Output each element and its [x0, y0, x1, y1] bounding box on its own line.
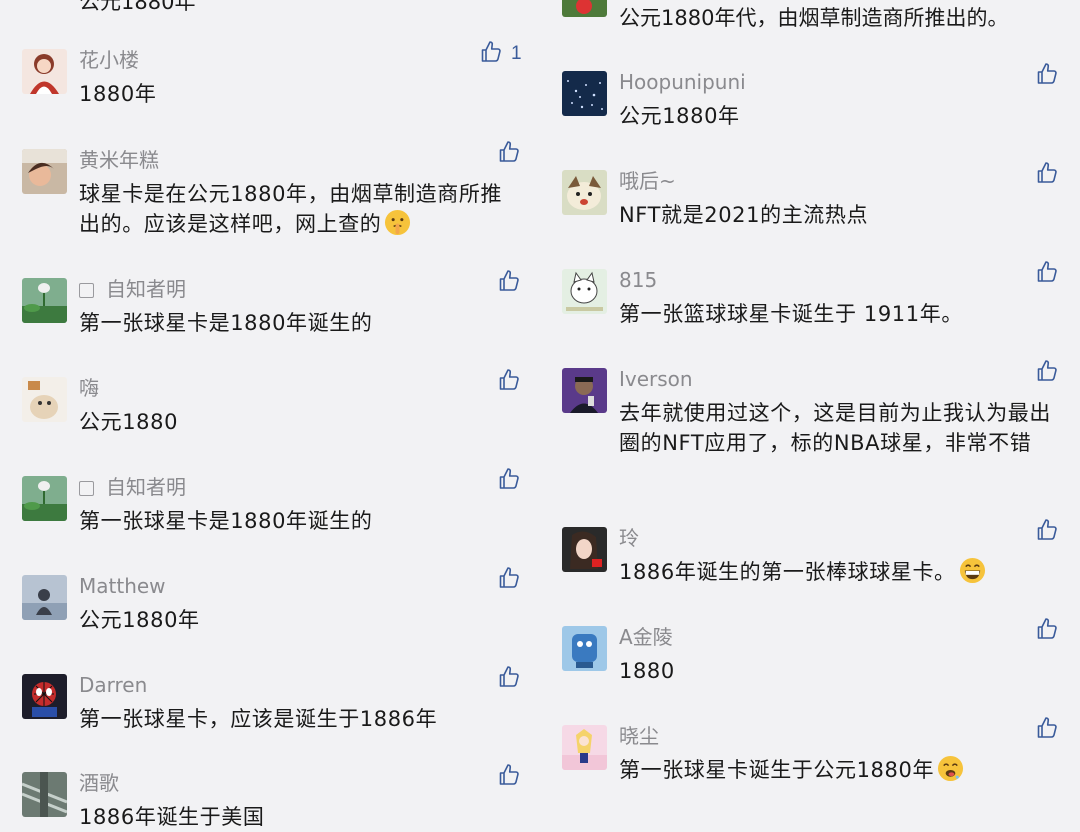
like-button[interactable]	[1035, 162, 1059, 188]
comment-text: 1886年诞生于美国	[79, 805, 265, 829]
like-button[interactable]	[497, 468, 521, 494]
thumbs-up-icon	[497, 566, 521, 594]
avatar[interactable]	[22, 772, 67, 817]
thumbs-up-icon	[497, 763, 521, 791]
like-button[interactable]: 1	[479, 41, 522, 67]
thumbs-up-icon	[1035, 716, 1059, 744]
comment-text: 1880	[619, 659, 675, 683]
like-button[interactable]	[1035, 63, 1059, 89]
thumbs-up-icon	[497, 140, 521, 168]
thumbs-up-icon	[497, 467, 521, 495]
avatar[interactable]	[22, 575, 67, 620]
commenter-name[interactable]: Hoopunipuni	[619, 69, 746, 95]
avatar[interactable]	[562, 71, 607, 116]
like-button[interactable]	[497, 764, 521, 790]
commenter-name[interactable]: 嗨	[79, 375, 99, 401]
avatar[interactable]	[22, 476, 67, 521]
avatar[interactable]	[562, 725, 607, 770]
avatar[interactable]	[22, 49, 67, 94]
partial-comment-text: 公元1880年代，由烟草制造商所推出的。	[619, 6, 1009, 30]
thumbs-up-icon	[1035, 617, 1059, 645]
commenter-name[interactable]: 玲	[619, 525, 639, 551]
avatar[interactable]	[562, 368, 607, 413]
commenter-name[interactable]: 815	[619, 267, 657, 293]
like-button[interactable]	[1035, 261, 1059, 287]
thumbs-up-icon	[479, 40, 503, 68]
like-count: 1	[511, 43, 522, 64]
like-button[interactable]	[497, 141, 521, 167]
comment-text: 第一张球星卡是1880年诞生的	[79, 311, 373, 335]
commenter-name[interactable]: 花小楼	[79, 47, 139, 73]
avatar[interactable]	[22, 149, 67, 194]
like-button[interactable]	[497, 270, 521, 296]
like-button[interactable]	[497, 666, 521, 692]
thumbs-up-icon	[1035, 62, 1059, 90]
commenter-name[interactable]: 自知者明	[79, 276, 186, 302]
comment-text: 第一张球星卡是1880年诞生的	[79, 509, 373, 533]
thumbs-up-icon	[1035, 260, 1059, 288]
like-button[interactable]	[1035, 519, 1059, 545]
commenter-name[interactable]: 自知者明	[79, 474, 186, 500]
shushing-face-icon	[385, 209, 411, 236]
commenter-name[interactable]: 酒歌	[79, 770, 119, 796]
thumbs-up-icon	[1035, 359, 1059, 387]
comment-text: 公元1880	[79, 410, 179, 434]
like-button[interactable]	[1035, 717, 1059, 743]
comment-text: 1886年诞生的第一张棒球球星卡。	[619, 557, 1059, 587]
like-button[interactable]	[497, 369, 521, 395]
commenter-name[interactable]: 晓尘	[619, 723, 659, 749]
commenter-name[interactable]: Darren	[79, 672, 147, 698]
avatar[interactable]	[22, 278, 67, 323]
comment-text: 1880年	[79, 82, 157, 106]
comment-text: 第一张球星卡诞生于公元1880年	[619, 755, 1059, 785]
commenter-name[interactable]: 哦后~	[619, 168, 676, 194]
avatar[interactable]	[22, 377, 67, 422]
like-button[interactable]	[1035, 360, 1059, 386]
comment-column-left: 公元1880年 花小楼 1880年 1 黄米年糕 球星卡是在公元1880年，由烟…	[0, 0, 540, 829]
commenter-name[interactable]: 黄米年糕	[79, 147, 159, 173]
avatar[interactable]	[562, 527, 607, 572]
comment-column-right: 公元1880年代，由烟草制造商所推出的。 Hoopunipuni 公元1880年…	[540, 0, 1080, 808]
commenter-name[interactable]: Matthew	[79, 573, 166, 599]
avatar[interactable]	[22, 674, 67, 719]
comment-text: 去年就使用过这个，这是目前为止我认为最出圈的NFT应用了，标的NBA球星，非常不…	[619, 401, 1051, 455]
partial-comment-text: 公元1880年	[79, 0, 196, 14]
checkbox-icon	[79, 481, 94, 496]
commenter-name[interactable]: Iverson	[619, 366, 693, 392]
comment-text: 球星卡是在公元1880年，由烟草制造商所推出的。应该是这样吧，网上查的	[79, 182, 503, 236]
checkbox-icon	[79, 283, 94, 298]
thumbs-up-icon	[1035, 518, 1059, 546]
avatar[interactable]	[562, 626, 607, 671]
drooling-face-icon	[938, 755, 964, 782]
thumbs-up-icon	[497, 665, 521, 693]
thumbs-up-icon	[1035, 161, 1059, 189]
commenter-name[interactable]: A金陵	[619, 624, 673, 650]
like-button[interactable]	[1035, 618, 1059, 644]
grinning-face-icon	[959, 557, 985, 584]
comment-text: 第一张球星卡，应该是诞生于1886年	[79, 707, 438, 731]
comment-text: 公元1880年	[619, 104, 740, 128]
avatar[interactable]	[562, 0, 607, 17]
thumbs-up-icon	[497, 368, 521, 396]
comment-text: NFT就是2021的主流热点	[619, 203, 869, 227]
avatar[interactable]	[562, 170, 607, 215]
comment-text: 公元1880年	[79, 608, 200, 632]
comment-text: 第一张篮球球星卡诞生于 1911年。	[619, 302, 963, 326]
thumbs-up-icon	[497, 269, 521, 297]
like-button[interactable]	[497, 567, 521, 593]
avatar[interactable]	[562, 269, 607, 314]
